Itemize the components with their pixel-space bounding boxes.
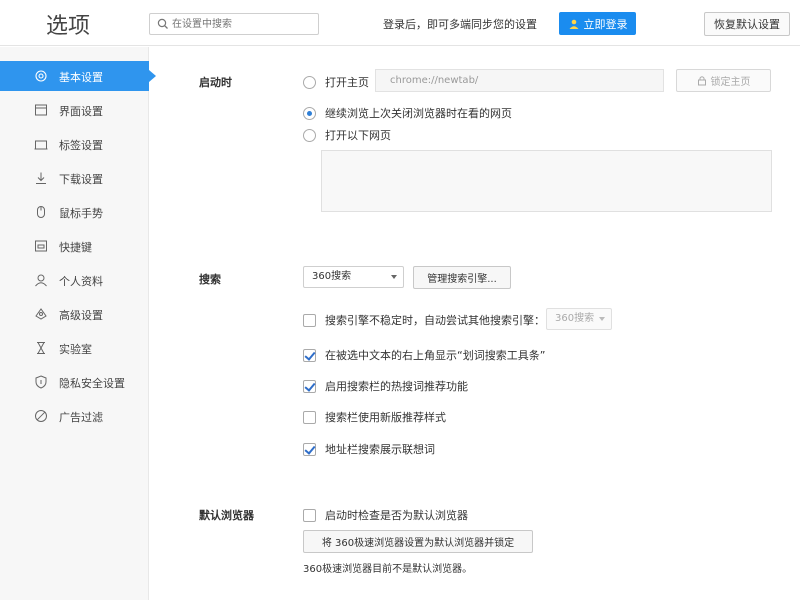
login-hint: 登录后，即可多端同步您的设置 bbox=[383, 18, 537, 31]
search-box[interactable] bbox=[149, 13, 319, 35]
tab-icon bbox=[34, 140, 48, 150]
sidebar-item-shortcuts[interactable]: 快捷键 bbox=[0, 231, 149, 261]
default-browser-status: 360极速浏览器目前不是默认浏览器。 bbox=[303, 564, 473, 575]
hot-words-checkbox[interactable] bbox=[303, 379, 316, 393]
search-fallback-checkbox[interactable] bbox=[303, 313, 316, 327]
shield-icon bbox=[35, 375, 47, 389]
fallback-engine-select[interactable]: 360搜索 bbox=[546, 308, 612, 330]
chevron-down-icon bbox=[599, 317, 605, 321]
block-icon bbox=[35, 410, 47, 422]
new-style-row[interactable]: 搜索栏使用新版推荐样式 bbox=[303, 409, 446, 425]
startup-section-title: 启动时 bbox=[199, 76, 232, 89]
sidebar-item-label: 隐私安全设置 bbox=[59, 377, 125, 390]
search-engine-select[interactable]: 360搜索 bbox=[303, 266, 404, 288]
hot-words-row[interactable]: 启用搜索栏的热搜词推荐功能 bbox=[303, 378, 468, 394]
radio-pages[interactable] bbox=[303, 128, 316, 142]
startup-option-continue-label: 继续浏览上次关闭浏览器时在看的网页 bbox=[325, 107, 512, 120]
restore-defaults-button[interactable]: 恢复默认设置 bbox=[704, 12, 790, 36]
chevron-down-icon bbox=[391, 275, 397, 279]
hot-words-label: 启用搜索栏的热搜词推荐功能 bbox=[325, 380, 468, 393]
startup-option-pages[interactable]: 打开以下网页 bbox=[303, 127, 391, 143]
sidebar-item-label: 下载设置 bbox=[59, 173, 103, 186]
mouse-icon bbox=[37, 206, 45, 218]
default-check-checkbox[interactable] bbox=[303, 508, 316, 522]
login-button-label: 立即登录 bbox=[583, 17, 628, 31]
address-suggest-row[interactable]: 地址栏搜索展示联想词 bbox=[303, 441, 435, 457]
radio-continue[interactable] bbox=[303, 106, 316, 120]
default-check-row[interactable]: 启动时检查是否为默认浏览器 bbox=[303, 507, 468, 523]
lock-homepage-button[interactable]: 锁定主页 bbox=[676, 69, 771, 92]
window-icon bbox=[35, 104, 47, 116]
fallback-engine-value: 360搜索 bbox=[555, 313, 595, 324]
manage-search-engines-button[interactable]: 管理搜索引擎... bbox=[413, 266, 511, 289]
header: 选项 登录后，即可多端同步您的设置 立即登录 恢复默认设置 bbox=[0, 0, 800, 46]
sidebar-item-adblock[interactable]: 广告过滤 bbox=[0, 401, 149, 431]
new-style-label: 搜索栏使用新版推荐样式 bbox=[325, 411, 446, 424]
sidebar-item-label: 标签设置 bbox=[59, 139, 103, 152]
show-toolbar-label: 在被选中文本的右上角显示“划词搜索工具条” bbox=[325, 349, 546, 362]
sidebar-item-privacy[interactable]: 隐私安全设置 bbox=[0, 367, 149, 397]
search-fallback-label: 搜索引擎不稳定时，自动尝试其他搜索引擎： bbox=[325, 314, 545, 327]
advanced-icon bbox=[35, 308, 47, 320]
sidebar-item-label: 个人资料 bbox=[59, 275, 103, 288]
startup-option-homepage[interactable]: 打开主页 bbox=[303, 74, 369, 90]
lock-homepage-label: 锁定主页 bbox=[710, 77, 751, 88]
default-browser-section-title: 默认浏览器 bbox=[199, 509, 254, 522]
flask-icon bbox=[37, 342, 45, 354]
sidebar-item-advanced[interactable]: 高级设置 bbox=[0, 299, 149, 329]
startup-pages-list[interactable] bbox=[321, 150, 772, 212]
startup-option-continue[interactable]: 继续浏览上次关闭浏览器时在看的网页 bbox=[303, 105, 512, 121]
show-toolbar-row[interactable]: 在被选中文本的右上角显示“划词搜索工具条” bbox=[303, 347, 545, 363]
sidebar-item-label: 广告过滤 bbox=[59, 411, 103, 424]
default-check-label: 启动时检查是否为默认浏览器 bbox=[325, 509, 468, 522]
search-section-title: 搜索 bbox=[199, 273, 221, 286]
sidebar-item-tabs[interactable]: 标签设置 bbox=[0, 129, 149, 159]
sidebar-item-label: 高级设置 bbox=[59, 309, 103, 322]
sidebar-item-lab[interactable]: 实验室 bbox=[0, 333, 149, 363]
startup-option-homepage-label: 打开主页 bbox=[325, 76, 369, 89]
download-icon bbox=[36, 172, 46, 184]
sidebar-item-label: 快捷键 bbox=[59, 241, 92, 254]
sidebar-item-mouse[interactable]: 鼠标手势 bbox=[0, 197, 149, 227]
sidebar-item-interface[interactable]: 界面设置 bbox=[0, 95, 149, 125]
address-suggest-label: 地址栏搜索展示联想词 bbox=[325, 443, 435, 456]
address-suggest-checkbox[interactable] bbox=[303, 442, 316, 456]
radio-homepage[interactable] bbox=[303, 75, 316, 89]
keyboard-icon bbox=[35, 240, 47, 252]
search-icon bbox=[157, 18, 168, 29]
search-input[interactable] bbox=[172, 16, 312, 32]
sidebar-item-label: 鼠标手势 bbox=[59, 207, 103, 220]
new-style-checkbox[interactable] bbox=[303, 410, 316, 424]
sidebar-item-label: 实验室 bbox=[59, 343, 92, 356]
login-button[interactable]: 立即登录 bbox=[559, 12, 636, 35]
search-fallback-row[interactable]: 搜索引擎不稳定时，自动尝试其他搜索引擎： bbox=[303, 312, 545, 328]
sidebar-item-label: 界面设置 bbox=[59, 105, 103, 118]
gear-icon bbox=[35, 70, 47, 82]
sidebar-item-label: 基本设置 bbox=[59, 71, 103, 84]
show-toolbar-checkbox[interactable] bbox=[303, 348, 316, 362]
sidebar: 基本设置 界面设置 标签设置 下载设置 鼠标手势 快捷键 个人资料 高级设置 实… bbox=[0, 47, 156, 600]
page-title: 选项 bbox=[46, 14, 91, 39]
user-icon bbox=[35, 274, 47, 287]
set-default-browser-button[interactable]: 将 360极速浏览器设置为默认浏览器并锁定 bbox=[303, 530, 533, 553]
search-engine-value: 360搜索 bbox=[312, 271, 352, 282]
user-sync-icon bbox=[569, 19, 578, 29]
sidebar-item-basic[interactable]: 基本设置 bbox=[0, 61, 156, 91]
sidebar-item-download[interactable]: 下载设置 bbox=[0, 163, 149, 193]
sidebar-item-profile[interactable]: 个人资料 bbox=[0, 265, 149, 295]
startup-option-pages-label: 打开以下网页 bbox=[325, 129, 391, 142]
lock-icon bbox=[697, 76, 706, 86]
homepage-url-field[interactable]: chrome://newtab/ bbox=[375, 69, 664, 92]
